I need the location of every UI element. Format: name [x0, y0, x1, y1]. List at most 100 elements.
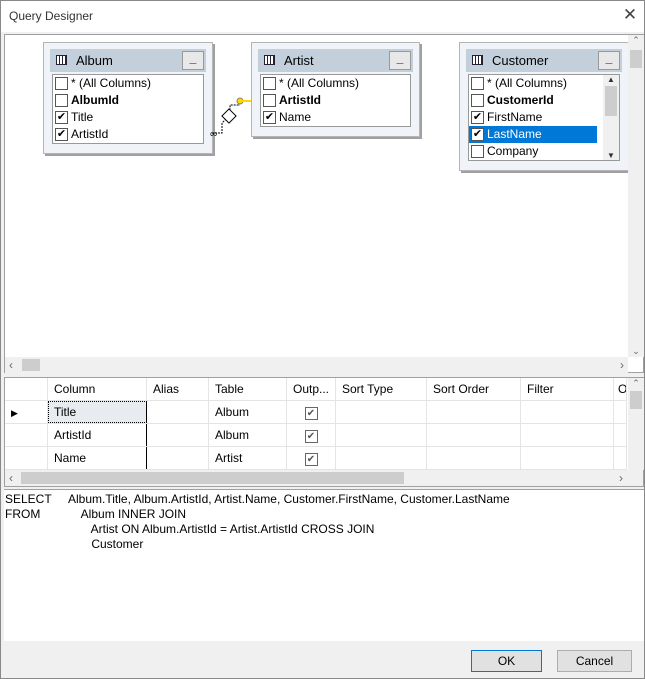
col-header-table[interactable]: Table [209, 378, 287, 400]
column-label: Name [279, 110, 312, 124]
output-checkbox[interactable]: ✔ [304, 430, 318, 443]
column-item[interactable]: Company [469, 143, 597, 160]
cell-column[interactable]: Title [48, 401, 147, 423]
column-checkbox[interactable] [55, 94, 68, 107]
minimize-button[interactable]: _ [598, 51, 620, 70]
output-checkbox[interactable]: ✔ [304, 407, 318, 420]
column-checkbox[interactable] [471, 145, 484, 158]
minimize-button[interactable]: _ [389, 51, 411, 70]
table-row[interactable]: Name Artist ✔ [5, 447, 627, 470]
cell-output[interactable]: ✔ [287, 401, 336, 423]
diagram-pane[interactable]: Album _ * (All Columns) AlbumId ✔ Title ✔ Artis… [4, 34, 644, 373]
cell-table[interactable]: Album [209, 401, 287, 423]
table-icon [472, 55, 483, 65]
col-header-or[interactable]: O [614, 378, 627, 400]
column-list[interactable]: * (All Columns) ArtistId ✔ Name [260, 74, 411, 127]
column-list[interactable]: * (All Columns) AlbumId ✔ Title ✔ ArtistId [52, 74, 204, 144]
close-button[interactable]: ✕ [620, 5, 640, 25]
cell-column[interactable]: ArtistId [48, 424, 147, 446]
column-checkbox[interactable]: ✔ [263, 111, 276, 124]
column-checkbox[interactable] [263, 77, 276, 90]
cell-sort-order[interactable] [427, 447, 521, 469]
cell-sort-type[interactable] [336, 447, 427, 469]
cell-alias[interactable] [147, 447, 209, 469]
column-label: Company [487, 144, 539, 158]
column-list-scrollbar[interactable]: ▲ ▼ [603, 75, 619, 160]
table-album[interactable]: Album _ * (All Columns) AlbumId ✔ Title ✔ Artis… [43, 42, 213, 154]
cell-table[interactable]: Artist [209, 447, 287, 469]
cell-sort-type[interactable] [336, 424, 427, 446]
cell-or[interactable] [614, 447, 627, 469]
column-label: * (All Columns) [71, 76, 152, 90]
column-item[interactable]: * (All Columns) [261, 75, 410, 92]
column-label: Title [71, 110, 94, 124]
col-header-alias[interactable]: Alias [147, 378, 209, 400]
cell-filter[interactable] [521, 401, 614, 423]
col-header-filter[interactable]: Filter [521, 378, 614, 400]
join-line-icon[interactable]: ∞ [210, 93, 260, 143]
column-item[interactable]: ✔ FirstName [469, 109, 597, 126]
table-header[interactable]: Customer _ [466, 49, 622, 72]
cancel-button[interactable]: Cancel [557, 650, 632, 672]
table-icon [264, 55, 275, 65]
cell-sort-order[interactable] [427, 424, 521, 446]
cell-filter[interactable] [521, 424, 614, 446]
sql-line: Customer [5, 537, 644, 552]
column-item[interactable]: AlbumId [53, 92, 203, 109]
col-header-output[interactable]: Outp... [287, 378, 336, 400]
cell-filter[interactable] [521, 447, 614, 469]
cell-table[interactable]: Album [209, 424, 287, 446]
criteria-grid[interactable]: Column Alias Table Outp... Sort Type Sor… [4, 377, 644, 487]
column-item[interactable]: ✔ ArtistId [53, 126, 203, 143]
cell-or[interactable] [614, 424, 627, 446]
cell-sort-order[interactable] [427, 401, 521, 423]
col-header-column[interactable]: Column [48, 378, 147, 400]
column-list[interactable]: * (All Columns) CustomerId ✔ FirstName ✔ Last… [468, 74, 620, 161]
cell-or[interactable] [614, 401, 627, 423]
minimize-button[interactable]: _ [182, 51, 204, 70]
cell-alias[interactable] [147, 401, 209, 423]
table-customer[interactable]: Customer _ * (All Columns) CustomerId ✔ First… [459, 42, 629, 171]
col-header-sort-type[interactable]: Sort Type [336, 378, 427, 400]
column-checkbox[interactable] [263, 94, 276, 107]
cell-column[interactable]: Name [48, 447, 147, 469]
cell-alias[interactable] [147, 424, 209, 446]
current-row-icon: ▶ [11, 408, 18, 418]
column-checkbox[interactable] [471, 77, 484, 90]
table-row[interactable]: ArtistId Album ✔ [5, 424, 627, 447]
column-checkbox[interactable]: ✔ [55, 128, 68, 141]
row-selector[interactable]: ▶ [5, 401, 48, 423]
column-item[interactable]: ✔ Title [53, 109, 203, 126]
ok-button[interactable]: OK [471, 650, 542, 672]
column-item[interactable]: ✔ LastName [469, 126, 597, 143]
column-item[interactable]: ✔ Name [261, 109, 410, 126]
column-item[interactable]: CustomerId [469, 92, 597, 109]
table-artist[interactable]: Artist _ * (All Columns) ArtistId ✔ Name [251, 42, 420, 137]
column-checkbox[interactable] [55, 77, 68, 90]
row-selector[interactable] [5, 447, 48, 469]
cell-output[interactable]: ✔ [287, 447, 336, 469]
col-header-sort-order[interactable]: Sort Order [427, 378, 521, 400]
grid-vertical-scrollbar[interactable]: ⌃ [628, 378, 644, 470]
cell-output[interactable]: ✔ [287, 424, 336, 446]
diagram-horizontal-scrollbar[interactable]: ‹ › [5, 357, 628, 373]
column-label: * (All Columns) [487, 76, 568, 90]
sql-pane[interactable]: SELECT Album.Title, Album.ArtistId, Artis… [4, 489, 644, 641]
column-checkbox[interactable]: ✔ [471, 128, 484, 141]
row-selector[interactable] [5, 424, 48, 446]
column-checkbox[interactable] [471, 94, 484, 107]
column-checkbox[interactable]: ✔ [55, 111, 68, 124]
column-label: * (All Columns) [279, 76, 360, 90]
table-header[interactable]: Album _ [50, 49, 206, 72]
column-item[interactable]: * (All Columns) [469, 75, 597, 92]
table-row[interactable]: ▶ Title Album ✔ [5, 401, 627, 424]
cell-sort-type[interactable] [336, 401, 427, 423]
sql-line: Artist ON Album.ArtistId = Artist.Artist… [5, 522, 644, 537]
column-checkbox[interactable]: ✔ [471, 111, 484, 124]
table-header[interactable]: Artist _ [258, 49, 413, 72]
diagram-vertical-scrollbar[interactable]: ⌃ ⌄ [628, 35, 644, 357]
output-checkbox[interactable]: ✔ [304, 453, 318, 466]
grid-horizontal-scrollbar[interactable]: ‹ › [5, 470, 643, 486]
column-item[interactable]: * (All Columns) [53, 75, 203, 92]
column-item[interactable]: ArtistId [261, 92, 410, 109]
